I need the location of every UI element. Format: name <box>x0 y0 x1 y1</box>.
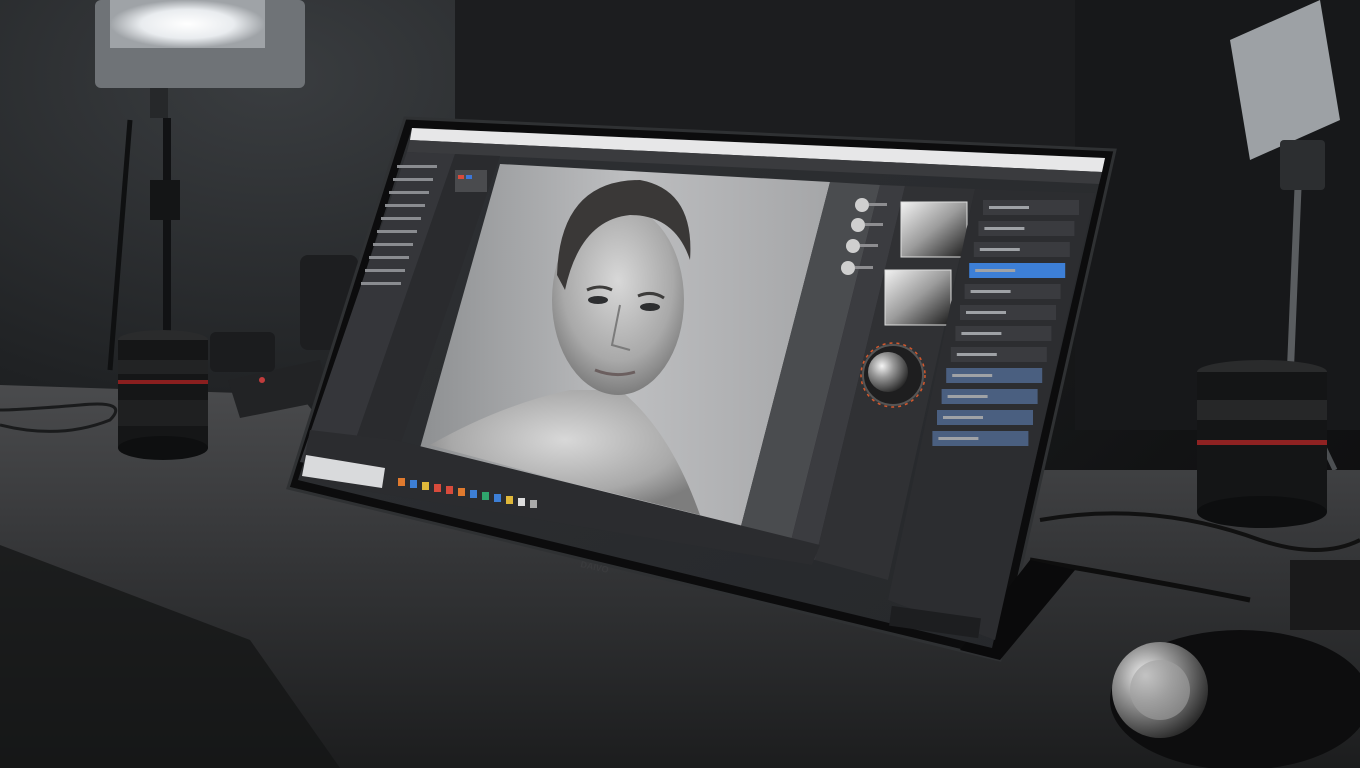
camera-icon <box>1290 560 1360 630</box>
layer-label <box>961 332 1002 335</box>
layer-label <box>966 311 1006 314</box>
gradient-thumbnail[interactable] <box>884 269 952 326</box>
layer-label <box>975 269 1016 272</box>
layer-label <box>952 374 993 377</box>
layer-label <box>984 227 1025 230</box>
layer-label <box>989 206 1029 209</box>
dial-knob-icon <box>1110 630 1360 768</box>
photo-scene: DAIVO <box>0 0 1360 768</box>
scene-svg: DAIVO <box>0 0 1360 768</box>
color-swatches[interactable] <box>455 170 487 192</box>
layer-label <box>947 395 988 398</box>
gradient-thumbnail[interactable] <box>900 201 968 258</box>
layer-label <box>943 416 983 419</box>
lens-icon <box>1197 360 1327 528</box>
softbox-light <box>95 0 305 371</box>
layer-label <box>938 437 979 440</box>
layer-label <box>979 248 1020 251</box>
layer-label <box>956 353 997 356</box>
lens-icon <box>118 330 208 460</box>
layer-label <box>970 290 1011 293</box>
